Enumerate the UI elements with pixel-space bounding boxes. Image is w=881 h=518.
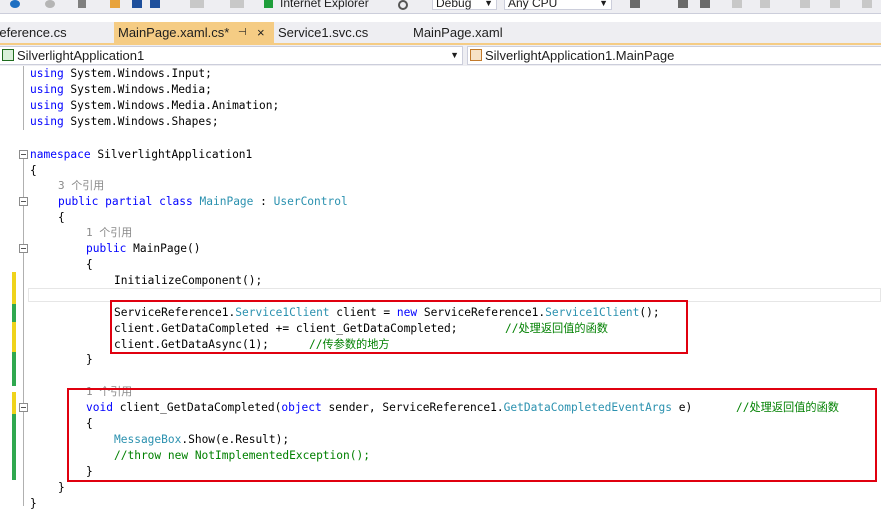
tab-mainpage-xaml[interactable]: MainPage.xaml: [409, 22, 529, 43]
keyword: using: [30, 99, 64, 112]
keyword: using: [30, 67, 64, 80]
platform-value: Any CPU: [508, 0, 558, 10]
change-marker: [12, 392, 16, 414]
keyword: using: [30, 115, 64, 128]
code-editor[interactable]: using System.Windows.Input; using System…: [0, 66, 881, 518]
code-line: }: [86, 353, 93, 366]
collapse-icon[interactable]: [19, 244, 28, 253]
back-icon[interactable]: [10, 0, 20, 8]
member-dropdown[interactable]: SilverlightApplication1.MainPage: [467, 46, 881, 65]
tab-label: Reference.cs: [0, 25, 67, 40]
change-marker: [12, 352, 16, 386]
outline-guide: [23, 66, 24, 130]
member-name: SilverlightApplication1.MainPage: [485, 48, 675, 63]
code-line: using System.Windows.Input;: [30, 66, 212, 82]
code-line: public MainPage(): [86, 241, 201, 257]
collapse-icon[interactable]: [19, 403, 28, 412]
type-name: UserControl: [273, 195, 348, 208]
toolbar: Internet Explorer Debug ▼ Any CPU ▼: [0, 0, 881, 14]
navigation-bar: SilverlightApplication1 ▼ SilverlightApp…: [0, 45, 881, 67]
tab-label: Service1.svc.cs: [278, 25, 369, 40]
tab-reference-cs[interactable]: Reference.cs: [0, 22, 108, 43]
start-debug-icon[interactable]: [264, 0, 273, 8]
code-line: public partial class MainPage : UserCont…: [58, 194, 348, 210]
code-line: using System.Windows.Media.Animation;: [30, 98, 279, 114]
bookmark-icon[interactable]: [862, 0, 872, 8]
forward-icon[interactable]: [45, 0, 55, 8]
browser-selector[interactable]: Internet Explorer: [280, 0, 369, 10]
code-line: }: [30, 497, 37, 510]
code-text: SilverlightApplication1: [90, 148, 253, 161]
new-project-icon[interactable]: [78, 0, 86, 8]
chevron-down-icon: ▼: [450, 50, 459, 60]
code-line: }: [58, 481, 65, 494]
change-marker: [12, 414, 16, 480]
tab-label: MainPage.xaml: [413, 25, 503, 40]
tab-service1-svc-cs[interactable]: Service1.svc.cs: [274, 22, 409, 43]
project-dropdown[interactable]: SilverlightApplication1 ▼: [0, 46, 463, 65]
chevron-down-icon: ▼: [484, 0, 493, 8]
code-text: System.Windows.Input;: [63, 67, 212, 80]
close-icon[interactable]: ×: [257, 22, 265, 43]
keyword: namespace: [30, 148, 91, 161]
code-line: namespace SilverlightApplication1: [30, 147, 252, 163]
redo-icon[interactable]: [230, 0, 244, 8]
highlight-box: [110, 300, 688, 354]
keyword: public: [86, 242, 127, 255]
highlight-box: [67, 388, 877, 482]
outline-guide: [23, 156, 24, 506]
toolbar-tool-icon[interactable]: [678, 0, 688, 8]
uncomment-icon[interactable]: [830, 0, 840, 8]
reference-count[interactable]: 1 个引用: [86, 225, 132, 241]
code-line: {: [30, 164, 37, 177]
code-line: {: [86, 258, 93, 271]
reference-count[interactable]: 3 个引用: [58, 178, 104, 194]
keyword: partial: [105, 195, 153, 208]
change-marker: [12, 272, 16, 304]
code-text: System.Windows.Shapes;: [63, 115, 219, 128]
pin-icon[interactable]: ⊣: [238, 22, 247, 43]
chevron-down-icon: ▼: [599, 0, 608, 8]
class-icon: [470, 49, 482, 61]
save-all-icon[interactable]: [150, 0, 160, 8]
config-select[interactable]: Debug ▼: [432, 0, 497, 10]
collapse-icon[interactable]: [19, 150, 28, 159]
indent-icon[interactable]: [732, 0, 742, 8]
comment-icon[interactable]: [800, 0, 810, 8]
tab-label: MainPage.xaml.cs*: [118, 25, 230, 40]
code-text: :: [253, 195, 274, 208]
change-marker: [12, 304, 16, 322]
refresh-icon[interactable]: [398, 0, 408, 10]
code-line: using System.Windows.Shapes;: [30, 114, 219, 130]
undo-icon[interactable]: [190, 0, 204, 8]
code-line: using System.Windows.Media;: [30, 82, 212, 98]
config-value: Debug: [436, 0, 472, 10]
keyword: class: [159, 195, 193, 208]
code-line: InitializeComponent();: [114, 274, 263, 287]
toolbar-tool-icon[interactable]: [700, 0, 710, 8]
project-name: SilverlightApplication1: [17, 48, 145, 63]
collapse-icon[interactable]: [19, 197, 28, 206]
outdent-icon[interactable]: [760, 0, 770, 8]
code-line: {: [58, 211, 65, 224]
change-marker: [12, 322, 16, 352]
platform-select[interactable]: Any CPU ▼: [504, 0, 612, 10]
code-text: MainPage(): [126, 242, 201, 255]
keyword: public: [58, 195, 99, 208]
tab-mainpage-xaml-cs[interactable]: MainPage.xaml.cs* ⊣ ×: [114, 22, 274, 43]
find-icon[interactable]: [630, 0, 640, 8]
code-text: System.Windows.Media;: [63, 83, 212, 96]
code-text: System.Windows.Media.Animation;: [63, 99, 280, 112]
save-icon[interactable]: [132, 0, 142, 8]
open-file-icon[interactable]: [110, 0, 120, 8]
document-tabs: Reference.cs MainPage.xaml.cs* ⊣ × Servi…: [0, 22, 881, 45]
type-name: MainPage: [199, 195, 254, 208]
keyword: using: [30, 83, 64, 96]
csharp-project-icon: [2, 49, 14, 61]
